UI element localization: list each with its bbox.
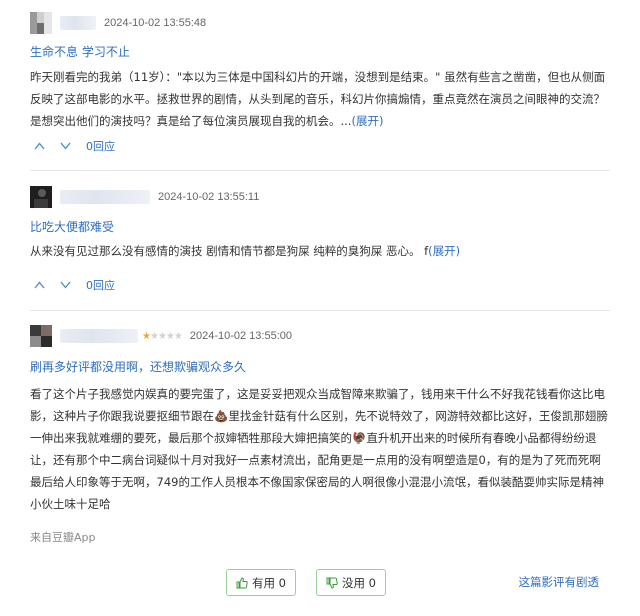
- thumbs-down-icon: [326, 577, 338, 589]
- review-divider: [30, 170, 610, 171]
- avatar[interactable]: [30, 12, 52, 34]
- expand-link[interactable]: (展开): [428, 244, 460, 258]
- upvote-button[interactable]: [30, 278, 48, 292]
- username-blurred[interactable]: [60, 329, 138, 343]
- reply-count-link[interactable]: 0回应: [86, 277, 115, 293]
- review-content: 看了这个片子我感觉内娱真的要完蛋了，这是妥妥把观众当成智障来欺骗了，钱用来干什么…: [30, 387, 608, 511]
- useful-label: 有用 0: [252, 575, 286, 590]
- star-empty-icon: ★: [165, 330, 175, 342]
- review-source: 来自豆瓣App: [30, 531, 96, 544]
- useful-button[interactable]: 有用 0: [226, 569, 296, 596]
- review-content: 从来没有见过那么没有感情的演技 剧情和情节都是狗屎 纯粹的臭狗屎 恶心。 f(展…: [30, 240, 610, 262]
- review-time: 2024-10-02 13:55:48: [104, 17, 207, 29]
- vote-bar: 0回应: [30, 137, 115, 155]
- downvote-button[interactable]: [56, 278, 74, 292]
- review-meta: 2024-10-02 13:55:48: [30, 12, 206, 34]
- star-empty-icon: ★: [173, 330, 183, 342]
- review-title[interactable]: 比吃大便都难受: [30, 218, 114, 235]
- reply-count-link[interactable]: 0回应: [86, 138, 115, 154]
- review-meta: ★ ★ ★ ★ ★ 2024-10-02 13:55:00: [30, 325, 292, 347]
- avatar[interactable]: [30, 186, 52, 208]
- star-empty-icon: ★: [149, 330, 159, 342]
- username-blurred[interactable]: [60, 16, 96, 30]
- review-title[interactable]: 生命不息 学习不止: [30, 43, 130, 60]
- review-content: 昨天刚看完的我弟（11岁）："本以为三体是中国科幻片的开端，没想到是结束。" 虽…: [30, 66, 610, 132]
- avatar[interactable]: [30, 325, 52, 347]
- review-text: 昨天刚看完的我弟（11岁）："本以为三体是中国科幻片的开端，没想到是结束。" 虽…: [30, 70, 606, 128]
- downvote-button[interactable]: [56, 139, 74, 153]
- review-title[interactable]: 刷再多好评都没用啊，还想欺骗观众多久: [30, 358, 246, 375]
- upvote-button[interactable]: [30, 139, 48, 153]
- rating-stars: ★ ★ ★ ★ ★: [142, 330, 183, 342]
- review-text: 从来没有见过那么没有感情的演技 剧情和情节都是狗屎 纯粹的臭狗屎 恶心。 f: [30, 244, 429, 258]
- review-time: 2024-10-02 13:55:11: [158, 191, 260, 203]
- username-blurred[interactable]: [60, 190, 150, 204]
- triangle-down-icon: [59, 281, 71, 289]
- spoiler-report-link[interactable]: 这篇影评有剧透: [519, 574, 600, 590]
- triangle-down-icon: [59, 142, 71, 150]
- vote-bar: 0回应: [30, 276, 115, 294]
- thumbs-up-icon: [236, 576, 248, 588]
- useless-label: 没用 0: [342, 575, 376, 590]
- triangle-up-icon: [33, 281, 45, 289]
- triangle-up-icon: [33, 142, 45, 150]
- review-time: 2024-10-02 13:55:00: [189, 330, 292, 342]
- review-meta: 2024-10-02 13:55:11: [30, 186, 259, 208]
- useless-button[interactable]: 没用 0: [316, 569, 386, 596]
- star-empty-icon: ★: [157, 330, 167, 342]
- review-divider: [30, 310, 610, 311]
- expand-link[interactable]: (展开): [351, 114, 383, 128]
- star-filled-icon: ★: [142, 330, 151, 342]
